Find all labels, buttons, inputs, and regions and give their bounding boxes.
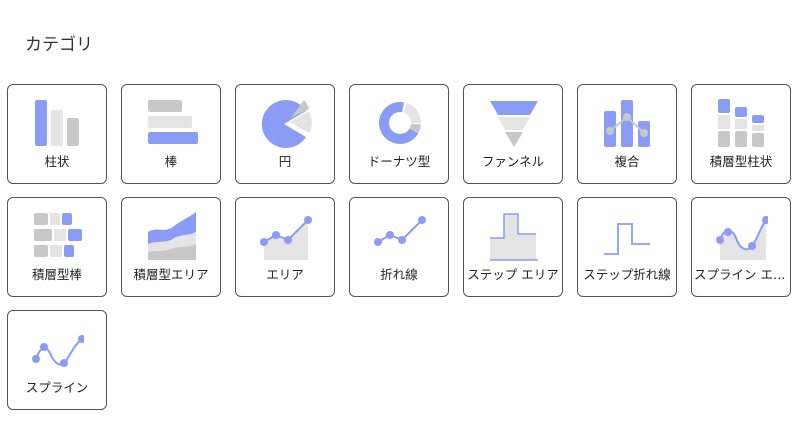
- category-card-stacked-bar[interactable]: 積層型棒: [7, 197, 107, 297]
- combo-chart-icon: [604, 100, 650, 147]
- category-card-area[interactable]: エリア: [235, 197, 335, 297]
- category-card-spline-area[interactable]: スプライン エリア: [691, 197, 791, 297]
- category-card-spline[interactable]: スプライン: [7, 310, 107, 410]
- column-chart-icon: [35, 100, 79, 146]
- stacked-bar-chart-icon: [34, 213, 82, 257]
- step-area-chart-icon: [490, 213, 538, 261]
- category-card-combo[interactable]: 複合: [577, 84, 677, 184]
- category-card-step-line[interactable]: ステップ折れ線: [577, 197, 677, 297]
- category-label: エリア: [266, 267, 304, 282]
- funnel-chart-icon: [490, 101, 538, 147]
- category-label: 棒: [164, 154, 178, 169]
- category-card-line[interactable]: 折れ線: [349, 197, 449, 297]
- category-label: 積層型エリア: [133, 267, 209, 282]
- bar-chart-icon: [148, 100, 198, 144]
- category-card-stacked-column[interactable]: 積層型柱状: [691, 84, 791, 184]
- category-card-pie[interactable]: 円: [235, 84, 335, 184]
- step-line-chart-icon: [604, 223, 650, 255]
- category-label: 折れ線: [380, 267, 418, 282]
- category-label: 柱状: [44, 154, 70, 169]
- category-label: ファンネル: [481, 154, 545, 169]
- category-card-bar[interactable]: 棒: [121, 84, 221, 184]
- category-label: スプライン エリア: [694, 267, 790, 282]
- spline-area-chart-icon: [716, 216, 768, 260]
- category-label: スプライン: [25, 380, 89, 395]
- category-label: 複合: [614, 154, 640, 169]
- spline-chart-icon: [32, 335, 84, 367]
- category-label: 円: [278, 154, 292, 169]
- category-card-step-area[interactable]: ステップ エリア: [463, 197, 563, 297]
- area-chart-icon: [260, 216, 312, 260]
- pie-chart-icon: [261, 100, 312, 148]
- category-label: ステップ折れ線: [583, 267, 671, 282]
- stacked-area-chart-icon: [148, 212, 196, 260]
- stacked-column-chart-icon: [718, 99, 764, 147]
- category-card-column[interactable]: 柱状: [7, 84, 107, 184]
- line-chart-icon: [374, 216, 426, 246]
- category-label: 積層型柱状: [709, 154, 773, 169]
- donut-chart-icon: [379, 102, 421, 144]
- category-label: 積層型棒: [31, 267, 82, 282]
- category-label: ステップ エリア: [467, 267, 559, 282]
- category-grid: 柱状 棒 円 ドーナツ型 ファンネル 複合 積層型柱状 積層型棒 積層型エリア …: [0, 0, 796, 427]
- category-card-funnel[interactable]: ファンネル: [463, 84, 563, 184]
- category-card-stacked-area[interactable]: 積層型エリア: [121, 197, 221, 297]
- category-label: ドーナツ型: [367, 154, 431, 169]
- category-card-donut[interactable]: ドーナツ型: [349, 84, 449, 184]
